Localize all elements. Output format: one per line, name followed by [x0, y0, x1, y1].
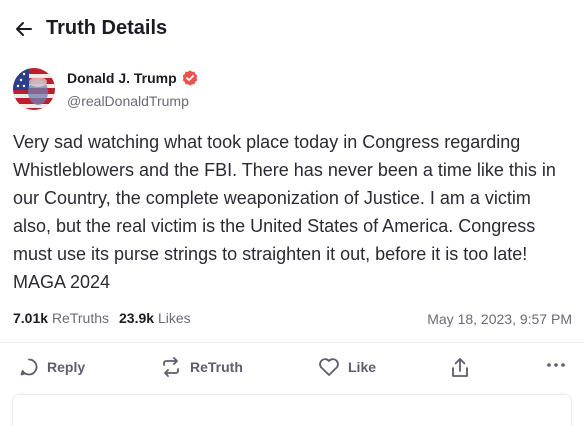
likes-count: 23.9k	[119, 310, 155, 326]
reply-label: Reply	[47, 359, 86, 375]
avatar[interactable]	[13, 68, 55, 110]
arrow-left-icon[interactable]	[14, 19, 34, 39]
verified-badge-icon	[182, 70, 197, 86]
post-text: Very sad watching what took place today …	[13, 132, 556, 292]
likes-stat[interactable]: 23.9k Likes	[119, 310, 191, 326]
more-dots-icon	[547, 363, 565, 367]
more-options-button[interactable]	[546, 362, 566, 368]
share-icon	[452, 358, 468, 377]
author-handle[interactable]: @realDonaldTrump	[67, 93, 189, 109]
like-label: Like	[348, 359, 377, 375]
like-button[interactable]: Like	[318, 357, 376, 377]
retruths-count: 7.01k	[13, 310, 49, 326]
heart-icon	[319, 358, 339, 376]
post-stats: 7.01k ReTruths 23.9k Likes	[13, 310, 191, 326]
likes-label: Likes	[157, 310, 191, 326]
page-header: Truth Details	[0, 0, 584, 56]
retruth-icon	[163, 357, 179, 377]
post-timestamp: May 18, 2023, 9:57 PM	[427, 311, 572, 327]
retruth-label: ReTruth	[190, 359, 243, 375]
reply-icon	[20, 358, 38, 376]
divider	[0, 342, 584, 343]
retruths-label: ReTruths	[51, 310, 109, 326]
share-button[interactable]	[450, 357, 470, 379]
reply-composer-card[interactable]	[12, 394, 572, 426]
retruths-stat[interactable]: 7.01k ReTruths	[13, 310, 109, 326]
author-row: Donald J. Trump	[67, 70, 198, 86]
action-bar: Reply ReTruth Like	[0, 352, 584, 386]
retruth-button[interactable]: ReTruth	[160, 357, 243, 377]
author-name[interactable]: Donald J. Trump	[67, 70, 177, 86]
reply-button[interactable]: Reply	[19, 357, 85, 377]
avatar-image	[13, 68, 55, 110]
page-title: Truth Details	[46, 17, 168, 39]
